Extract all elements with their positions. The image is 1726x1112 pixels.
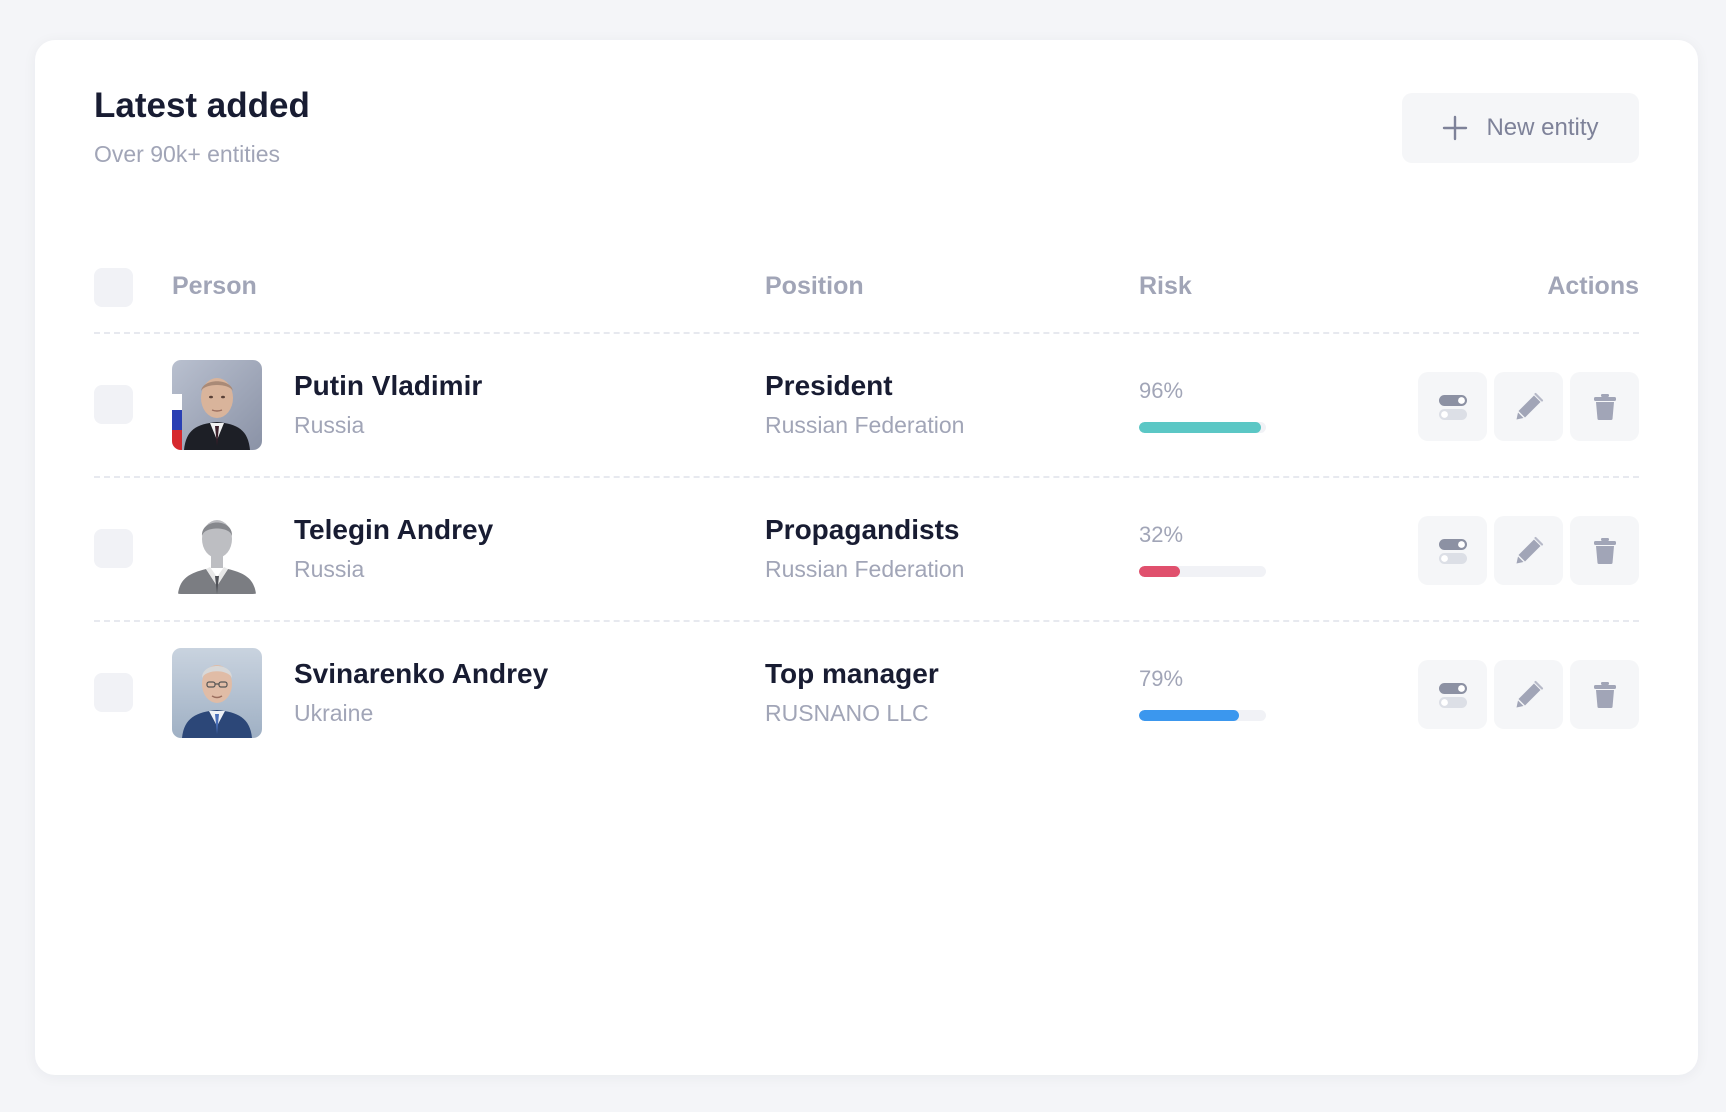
table-row: Svinarenko Andrey Ukraine Top manager RU… [94, 622, 1639, 766]
risk-progress-fill [1139, 710, 1240, 721]
delete-button[interactable] [1570, 372, 1639, 441]
column-header-person[interactable]: Person [172, 274, 257, 299]
row-checkbox-cell [94, 529, 133, 568]
position-organization: RUSNANO LLC [765, 700, 929, 726]
row-checkbox[interactable] [94, 673, 133, 712]
card-title: Latest added [94, 86, 310, 125]
avatar [172, 648, 262, 738]
row-actions [1418, 516, 1639, 585]
trash-icon [1590, 392, 1620, 422]
row-checkbox[interactable] [94, 385, 133, 424]
new-entity-label: New entity [1486, 114, 1599, 141]
risk-progress-fill [1139, 422, 1261, 433]
edit-button[interactable] [1494, 516, 1563, 585]
select-all-checkbox-cell [94, 268, 133, 307]
edit-button[interactable] [1494, 660, 1563, 729]
plus-icon [1442, 115, 1468, 141]
person-country: Russia [294, 556, 365, 582]
select-all-checkbox[interactable] [94, 268, 133, 307]
table-row: Telegin Andrey Russia Propagandists Russ… [94, 478, 1639, 622]
row-actions [1418, 660, 1639, 729]
avatar-placeholder [172, 504, 262, 594]
row-checkbox[interactable] [94, 529, 133, 568]
position-title: Top manager [765, 658, 939, 689]
table-header: Person Position Risk Actions [94, 230, 1639, 334]
person-name[interactable]: Putin Vladimir [294, 372, 482, 400]
column-header-risk[interactable]: Risk [1139, 274, 1192, 299]
edit-button[interactable] [1494, 372, 1563, 441]
entities-card: Latest added Over 90k+ entities New enti… [35, 40, 1698, 1075]
delete-button[interactable] [1570, 660, 1639, 729]
toggle-button[interactable] [1418, 660, 1487, 729]
person-country: Russia [294, 412, 365, 438]
person-country: Ukraine [294, 700, 374, 726]
risk-progress-fill [1139, 566, 1180, 577]
toggle-button[interactable] [1418, 372, 1487, 441]
position-title: Propagandists [765, 514, 960, 545]
card-header: Latest added Over 90k+ entities New enti… [94, 40, 1639, 230]
risk-progress-bar [1139, 422, 1266, 433]
risk-progress-bar [1139, 566, 1266, 577]
toggle-icon [1438, 392, 1468, 422]
row-checkbox-cell [94, 385, 133, 424]
column-header-actions: Actions [1547, 272, 1639, 300]
new-entity-button[interactable]: New entity [1402, 93, 1639, 163]
toggle-icon [1438, 680, 1468, 710]
risk-value: 32% [1139, 522, 1184, 547]
position-title: President [765, 370, 893, 401]
toggle-button[interactable] [1418, 516, 1487, 585]
column-header-position[interactable]: Position [765, 274, 864, 299]
toggle-icon [1438, 536, 1468, 566]
row-actions [1418, 372, 1639, 441]
trash-icon [1590, 536, 1620, 566]
pencil-icon [1514, 392, 1544, 422]
risk-progress-bar [1139, 710, 1266, 721]
person-name[interactable]: Svinarenko Andrey [294, 660, 548, 688]
row-checkbox-cell [94, 673, 133, 712]
pencil-icon [1514, 680, 1544, 710]
risk-value: 96% [1139, 378, 1184, 403]
position-organization: Russian Federation [765, 556, 965, 582]
trash-icon [1590, 680, 1620, 710]
risk-value: 79% [1139, 666, 1184, 691]
position-organization: Russian Federation [765, 412, 965, 438]
delete-button[interactable] [1570, 516, 1639, 585]
avatar [172, 360, 262, 450]
person-name[interactable]: Telegin Andrey [294, 516, 493, 544]
card-subtitle: Over 90k+ entities [94, 141, 281, 167]
pencil-icon [1514, 536, 1544, 566]
table-row: Putin Vladimir Russia President Russian … [94, 334, 1639, 478]
